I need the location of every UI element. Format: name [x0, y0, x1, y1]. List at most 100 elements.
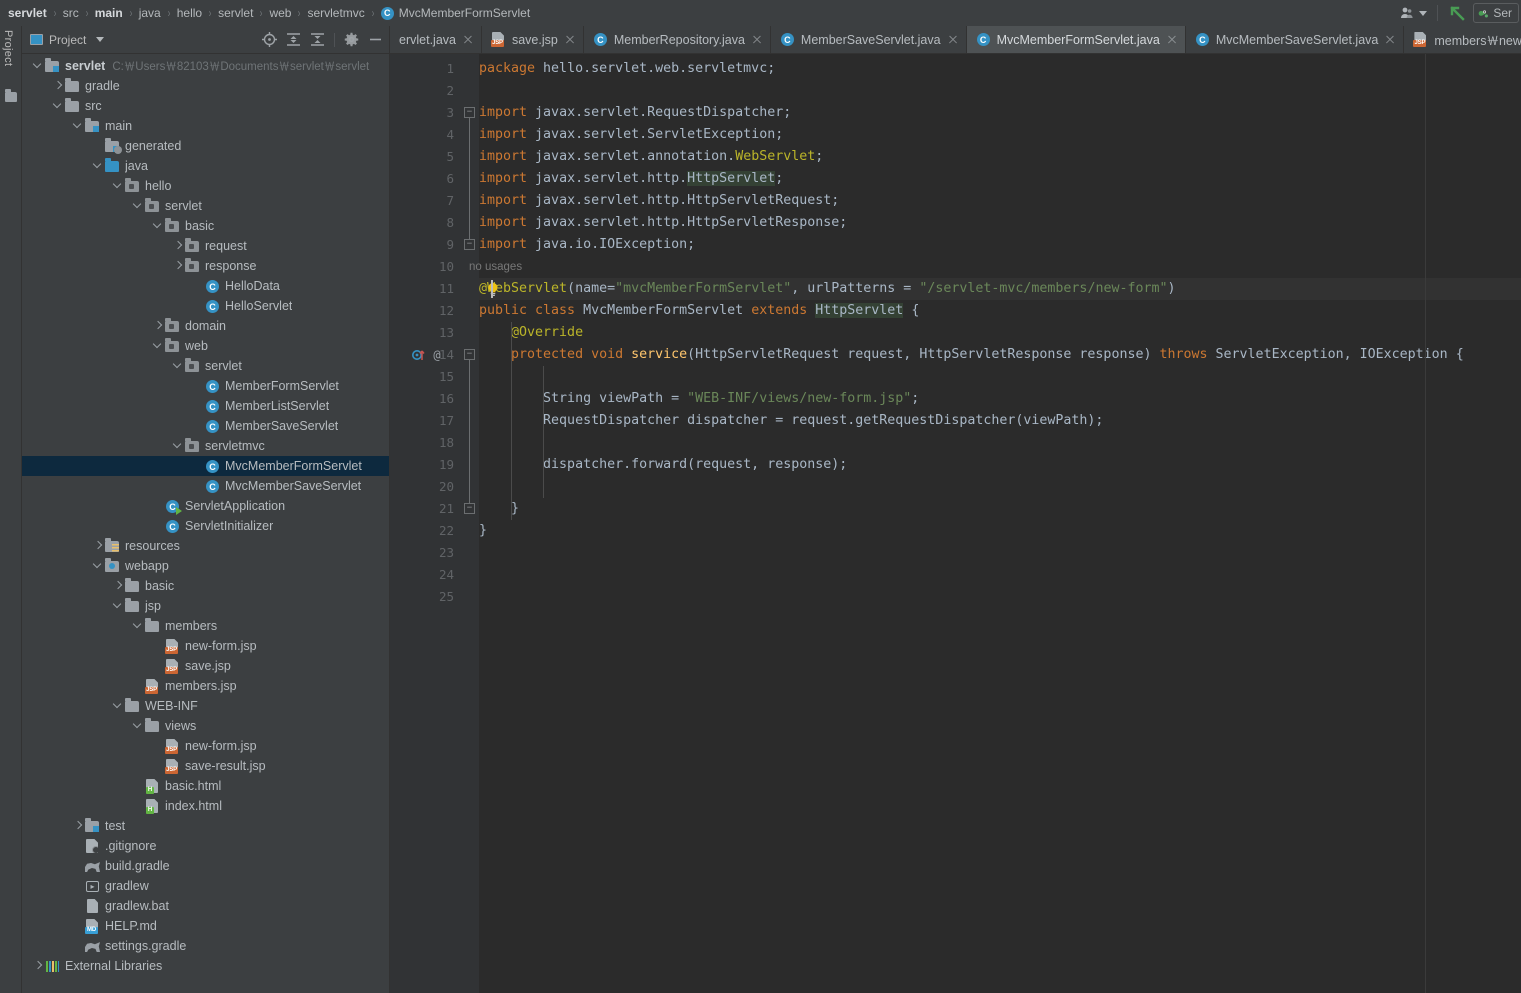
tree-node[interactable]: JSP save-result.jsp — [22, 756, 389, 776]
expand-all-icon[interactable] — [286, 32, 301, 47]
run-configuration-selector[interactable]: Ser — [1473, 3, 1519, 23]
tree-node[interactable]: .gitignore — [22, 836, 389, 856]
annotation-marker-icon[interactable]: @ — [430, 348, 444, 362]
code-line[interactable]: import javax.servlet.http.HttpServletReq… — [479, 190, 839, 212]
tree-node[interactable]: response — [22, 256, 389, 276]
fold-method-end-icon[interactable]: − — [464, 503, 475, 514]
editor-tab[interactable]: C MemberSaveServlet.java — [771, 26, 967, 53]
tree-node[interactable]: ▸ gradlew — [22, 876, 389, 896]
tree-expand-right-icon[interactable] — [72, 816, 84, 836]
close-icon[interactable] — [1384, 34, 1396, 46]
tree-node[interactable]: External Libraries — [22, 956, 389, 976]
fold-imports-icon[interactable]: − — [464, 107, 475, 118]
tree-expand-down-icon[interactable] — [112, 696, 124, 716]
tree-expand-down-icon[interactable] — [152, 216, 164, 236]
tree-node[interactable]: gradlew.bat — [22, 896, 389, 916]
tree-expand-right-icon[interactable] — [92, 536, 104, 556]
tree-expand-down-icon[interactable] — [152, 336, 164, 356]
tool-window-button-project[interactable]: Project — [2, 30, 14, 66]
override-method-marker-icon[interactable] — [412, 348, 426, 362]
tree-node[interactable]: C MvcMemberSaveServlet — [22, 476, 389, 496]
account-button[interactable] — [1395, 0, 1432, 26]
breadcrumb[interactable]: servlet › src › main › java › hello › servlet › web ›… — [8, 6, 530, 20]
tree-node[interactable]: src — [22, 96, 389, 116]
breadcrumb-item[interactable]: servlet — [8, 6, 47, 20]
tree-expand-down-icon[interactable] — [52, 96, 64, 116]
code-line[interactable]: import javax.servlet.RequestDispatcher; — [479, 102, 791, 124]
breadcrumb-item[interactable]: hello — [177, 6, 202, 20]
intention-bulb-icon[interactable] — [486, 282, 500, 297]
tree-node[interactable]: basic — [22, 216, 389, 236]
tree-node[interactable]: views — [22, 716, 389, 736]
tree-expand-down-icon[interactable] — [172, 436, 184, 456]
code-folding-gutter[interactable] — [462, 54, 479, 993]
hide-panel-icon[interactable] — [368, 32, 383, 47]
close-icon[interactable] — [1166, 34, 1178, 46]
tree-expand-right-icon[interactable] — [172, 256, 184, 276]
code-line[interactable]: RequestDispatcher dispatcher = request.g… — [479, 410, 1103, 432]
breadcrumb-item[interactable]: servletmvc — [307, 6, 364, 20]
tree-node-selected[interactable]: C MvcMemberFormServlet — [22, 456, 389, 476]
tree-node[interactable]: gradle — [22, 76, 389, 96]
code-line[interactable]: dispatcher.forward(request, response); — [479, 454, 847, 476]
breadcrumb-item-current[interactable]: MvcMemberFormServlet — [399, 6, 530, 20]
tree-expand-down-icon[interactable] — [172, 356, 184, 376]
code-line[interactable]: import javax.servlet.annotation.WebServl… — [479, 146, 823, 168]
code-line[interactable]: protected void service(HttpServletReques… — [479, 344, 1464, 366]
close-icon[interactable] — [462, 34, 474, 46]
code-line[interactable]: import javax.servlet.http.HttpServletRes… — [479, 212, 847, 234]
tree-node[interactable]: JSP save.jsp — [22, 656, 389, 676]
code-line[interactable]: package hello.servlet.web.servletmvc; — [479, 58, 775, 80]
breadcrumb-item[interactable]: main — [95, 6, 123, 20]
breadcrumb-item[interactable]: java — [139, 6, 161, 20]
editor-tab[interactable]: ervlet.java — [390, 26, 482, 53]
tree-expand-right-icon[interactable] — [172, 236, 184, 256]
tree-node[interactable]: JSP new-form.jsp — [22, 736, 389, 756]
code-line[interactable]: String viewPath = "WEB-INF/views/new-for… — [479, 388, 919, 410]
tree-expand-right-icon[interactable] — [152, 316, 164, 336]
tree-node[interactable]: build.gradle — [22, 856, 389, 876]
tree-node[interactable]: hello — [22, 176, 389, 196]
tree-node[interactable]: C MemberListServlet — [22, 396, 389, 416]
settings-gear-icon[interactable] — [344, 32, 359, 47]
fold-method-icon[interactable]: − — [464, 349, 475, 360]
tree-expand-down-icon[interactable] — [32, 56, 44, 76]
code-editor[interactable]: 1 2 3 4 5 6 7 8 9 10 11 12 13 14 15 16 17 18 19 20 21 22 23 24 2… — [390, 54, 1521, 993]
locate-in-tree-icon[interactable] — [262, 32, 277, 47]
code-line[interactable]: import javax.servlet.http.HttpServlet; — [479, 168, 783, 190]
tree-node[interactable]: webapp — [22, 556, 389, 576]
tree-node[interactable]: servlet — [22, 196, 389, 216]
close-icon[interactable] — [947, 34, 959, 46]
tree-expand-down-icon[interactable] — [132, 616, 144, 636]
tree-node[interactable]: JSP new-form.jsp — [22, 636, 389, 656]
tree-expand-down-icon[interactable] — [92, 156, 104, 176]
tree-node[interactable]: C ServletInitializer — [22, 516, 389, 536]
close-icon[interactable] — [751, 34, 763, 46]
tree-node[interactable]: servlet C:￦Users￦82103￦Documents￦servlet￦… — [22, 56, 389, 76]
tree-node[interactable]: java — [22, 156, 389, 176]
breadcrumb-item[interactable]: web — [269, 6, 291, 20]
editor-tab[interactable]: JSP members￦new-form.jsp — [1404, 26, 1521, 53]
tree-node[interactable]: servlet — [22, 356, 389, 376]
tree-node[interactable]: C MemberFormServlet — [22, 376, 389, 396]
tree-node[interactable]: C MemberSaveServlet — [22, 416, 389, 436]
tree-node[interactable]: jsp — [22, 596, 389, 616]
breadcrumb-item[interactable]: src — [63, 6, 79, 20]
tree-expand-down-icon[interactable] — [132, 716, 144, 736]
editor-tab[interactable]: JSP save.jsp — [482, 26, 584, 53]
code-line[interactable]: @Override — [479, 322, 583, 344]
editor-tab-bar[interactable]: ervlet.java JSP save.jsp C MemberRepository.… — [390, 26, 1521, 54]
code-text[interactable]: package hello.servlet.web.servletmvc; imp… — [469, 54, 1521, 993]
tree-node[interactable]: domain — [22, 316, 389, 336]
tree-node[interactable]: C HelloData — [22, 276, 389, 296]
inlay-hint-usages[interactable]: no usages — [469, 256, 522, 278]
vcs-update-button[interactable] — [1443, 0, 1473, 26]
tree-node[interactable]: servletmvc — [22, 436, 389, 456]
tree-node[interactable]: basic — [22, 576, 389, 596]
chevron-down-icon[interactable] — [96, 37, 105, 42]
fold-imports-end-icon[interactable]: − — [464, 239, 475, 250]
tree-node[interactable]: Hindex.html — [22, 796, 389, 816]
tree-expand-right-icon[interactable] — [112, 576, 124, 596]
breadcrumb-item[interactable]: servlet — [218, 6, 253, 20]
tree-node[interactable]: MD HELP.md — [22, 916, 389, 936]
